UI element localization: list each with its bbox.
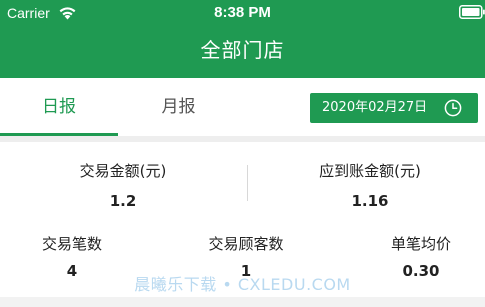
stat-label: 应到账金额(元) <box>319 162 421 180</box>
stat-value: 1.16 <box>351 192 389 210</box>
stat-label: 单笔均价 <box>390 235 451 253</box>
stat-label: 交易笔数 <box>41 235 102 253</box>
header-bar: Carrier 8:38 PM 全部门店 <box>0 0 485 78</box>
tab-daily-report[interactable]: 日报 <box>0 78 118 136</box>
status-time: 8:38 PM <box>214 4 271 21</box>
tab-monthly-label: 月报 <box>161 97 196 117</box>
stat-value: 1.2 <box>109 192 137 210</box>
stat-label: 交易金额(元) <box>79 162 167 180</box>
watermark-text: 晨曦乐下载 • CXLEDU.COM <box>134 275 351 294</box>
status-bar: Carrier 8:38 PM <box>0 0 485 26</box>
stat-settlement-amount: 应到账金额(元) 1.16 <box>290 161 450 211</box>
section-divider <box>0 136 485 142</box>
page-title: 全部门店 <box>200 38 285 62</box>
report-tab-bar: 日报 月报 2020年02月27日 <box>0 78 485 136</box>
stat-separator <box>247 165 248 201</box>
stat-label: 交易顾客数 <box>208 235 284 253</box>
bottom-divider <box>0 297 485 307</box>
clock-icon <box>444 99 462 117</box>
tab-monthly-report[interactable]: 月报 <box>118 78 239 136</box>
stat-trade-amount: 交易金额(元) 1.2 <box>43 161 203 211</box>
battery-icon <box>459 5 485 19</box>
date-value: 2020年02月27日 <box>322 100 428 115</box>
tab-daily-label: 日报 <box>42 97 76 117</box>
date-picker-button[interactable]: 2020年02月27日 <box>310 93 478 123</box>
